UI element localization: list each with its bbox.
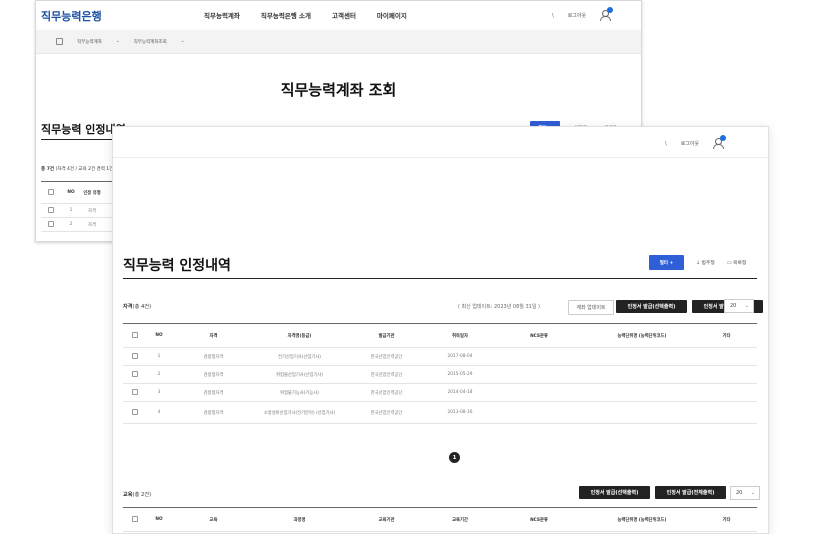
row-checkbox[interactable] xyxy=(123,365,147,384)
site-header: 직무능력은행 직무능력계좌 직무능력은행 소개 고객센터 마이페이지 \ 로그아… xyxy=(36,1,641,31)
breadcrumb-item-inquiry[interactable]: 직무능력계좌조회 xyxy=(134,39,167,45)
edu-issue-selected-button[interactable]: 인정서 발급(선택출력) xyxy=(579,486,650,499)
chevron-down-icon[interactable]: ⌄ xyxy=(116,39,120,44)
edu-page-size-select[interactable]: 20 ⌄ xyxy=(730,486,760,500)
col-ncs: NCS분류 xyxy=(490,323,588,348)
section-title: 직무능력 인정내역 xyxy=(123,258,231,274)
edu-issue-all-button[interactable]: 인정서 발급(전체출력) xyxy=(655,486,726,499)
col-no: NO xyxy=(147,323,171,348)
nav-item-mypage[interactable]: 마이페이지 xyxy=(377,10,407,20)
col-unit: 능력단위명 (능력단위코드) xyxy=(588,507,696,532)
row-checkbox[interactable] xyxy=(123,401,147,424)
col-course-name: 과정명 xyxy=(256,507,343,532)
main-nav: 직무능력계좌 직무능력은행 소개 고객센터 마이페이지 xyxy=(204,10,407,20)
row-checkbox[interactable] xyxy=(41,217,61,232)
select-all-checkbox[interactable] xyxy=(41,181,61,204)
qualification-count: 자격(총 4건) xyxy=(123,304,152,310)
nav-item-support[interactable]: 고객센터 xyxy=(332,10,356,20)
last-updated: ( 최신 업데이트: 2023년 08월 31일 ) xyxy=(458,304,540,310)
header-divider xyxy=(113,157,768,158)
col-ncs: NCS분류 xyxy=(490,507,588,532)
col-unit: 능력단위명 (능력단위코드) xyxy=(588,323,696,348)
col-education: 교육 xyxy=(171,507,256,532)
col-no: NO xyxy=(61,181,81,204)
qualification-table: NO 자격 자격명(등급) 발급기관 취득일자 NCS분류 능력단위명 (능력단… xyxy=(123,323,757,424)
user-icon[interactable] xyxy=(713,135,727,149)
col-institution: 교육기관 xyxy=(343,507,430,532)
col-no: NO xyxy=(147,507,171,532)
row-checkbox[interactable] xyxy=(41,203,61,218)
nav-item-account[interactable]: 직무능력계좌 xyxy=(204,10,240,20)
front-window: \ 로그아웃 직무능력 인정내역 필터 + ↓ 범주형 ▭ 목록형 자격(총 4… xyxy=(112,126,769,534)
chevron-down-icon: ⌄ xyxy=(744,303,749,309)
home-icon[interactable] xyxy=(56,38,63,45)
row-checkbox[interactable] xyxy=(123,347,147,366)
logout-link[interactable]: 로그아웃 xyxy=(681,140,699,147)
table-row: 1 검정형자격 전기산업기사(산업기사) 한국산업인력공단 2017-08-04 xyxy=(123,347,757,366)
issue-selected-button[interactable]: 인정서 발급(선택출력) xyxy=(616,300,687,313)
col-qualification: 자격 xyxy=(171,323,256,348)
col-type: 인정 유형 xyxy=(81,181,103,204)
nav-item-about[interactable]: 직무능력은행 소개 xyxy=(261,10,311,20)
account-update-button[interactable]: 계좌 업데이트 xyxy=(568,300,614,315)
col-date: 취득일자 xyxy=(430,323,490,348)
brand-logo[interactable]: 직무능력은행 xyxy=(41,8,102,24)
lang-toggle[interactable]: \ xyxy=(665,141,667,147)
qual-page-size-select[interactable]: 20 ⌄ xyxy=(724,299,754,313)
select-all-checkbox[interactable] xyxy=(123,323,147,348)
table-row: 3 검정형자격 위험물기능사(기능사) 한국산업인력공단 2014-04-18 xyxy=(123,383,757,402)
table-header: NO 자격 자격명(등급) 발급기관 취득일자 NCS분류 능력단위명 (능력단… xyxy=(123,323,757,348)
table-row: 2 검정형자격 위험물산업기사(산업기사) 한국산업인력공단 2015-05-2… xyxy=(123,365,757,384)
breadcrumb: 직무능력계좌 ⌄ 직무능력계좌조회 ⌄ xyxy=(36,30,641,54)
col-qualification-name: 자격명(등급) xyxy=(256,323,343,348)
col-etc: 기타 xyxy=(696,323,757,348)
header-utils: \ 로그아웃 xyxy=(665,135,727,149)
chevron-down-icon[interactable]: ⌄ xyxy=(181,39,185,44)
notification-dot xyxy=(607,7,614,13)
list-view-link[interactable]: ▭ 목록형 xyxy=(727,259,746,266)
lang-toggle[interactable]: \ xyxy=(552,13,554,19)
header-utils: \ 로그아웃 xyxy=(552,7,614,21)
pagination-current-page[interactable]: 1 xyxy=(449,452,460,463)
breadcrumb-item-account[interactable]: 직무능력계좌 xyxy=(77,39,102,45)
row-checkbox[interactable] xyxy=(123,383,147,402)
user-icon[interactable] xyxy=(600,7,614,21)
page-title: 직무능력계좌 조회 xyxy=(280,81,397,99)
category-view-link[interactable]: ↓ 범주형 xyxy=(696,259,715,266)
table-header: NO 교육 과정명 교육기관 교육기간 NCS분류 능력단위명 (능력단위코드)… xyxy=(123,507,757,532)
section-divider xyxy=(123,278,757,279)
logout-link[interactable]: 로그아웃 xyxy=(568,12,586,19)
total-count: 총 7건 (자격 4건 / 교육 2건 경력 1건) xyxy=(41,167,116,172)
col-period: 교육기간 xyxy=(430,507,490,532)
col-etc: 기타 xyxy=(696,507,757,532)
education-count: 교육(총 2건) xyxy=(123,492,152,498)
table-row: 4 검정형자격 소방설비산업기사(전기분야) (산업기사) 한국산업인력공단 2… xyxy=(123,401,757,424)
col-issuer: 발급기관 xyxy=(343,323,430,348)
notification-dot xyxy=(720,135,727,141)
filter-button[interactable]: 필터 + xyxy=(649,255,684,270)
select-all-checkbox[interactable] xyxy=(123,507,147,532)
chevron-down-icon: ⌄ xyxy=(750,490,755,496)
education-table: NO 교육 과정명 교육기관 교육기간 NCS분류 능력단위명 (능력단위코드)… xyxy=(123,507,757,532)
